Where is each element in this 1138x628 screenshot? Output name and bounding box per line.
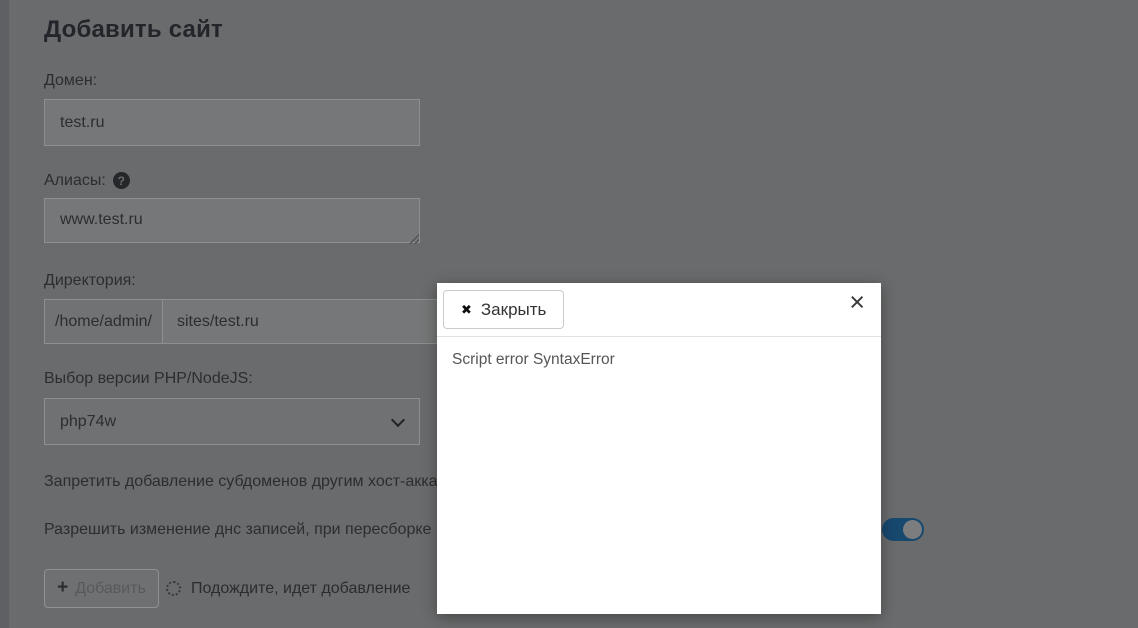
progress-text: Подождите, идет добавление (191, 580, 411, 597)
error-modal-header: ✖ Закрыть × (437, 283, 881, 337)
domain-label: Домен: (44, 71, 97, 90)
aliases-textarea[interactable]: www.test.ru (44, 198, 420, 243)
domain-label-text: Домен: (44, 72, 98, 89)
error-modal: ✖ Закрыть × Script error SyntaxError (437, 283, 881, 614)
close-x-icon: ✖ (461, 302, 472, 317)
sidebar-edge (0, 0, 9, 628)
page-title: Добавить сайт (44, 16, 224, 43)
toggle-knob (903, 520, 922, 539)
php-version-label-text: Выбор версии PHP/NodeJS: (44, 370, 253, 387)
domain-input[interactable] (44, 99, 420, 146)
add-site-button-label: Добавить (75, 579, 146, 597)
aliases-label-text: Алиасы: (44, 172, 106, 189)
php-version-label: Выбор версии PHP/NodeJS: (44, 369, 253, 388)
corner-close-icon[interactable]: × (845, 284, 869, 322)
dns-change-toggle[interactable] (882, 518, 924, 541)
question-circle-icon[interactable]: ? (112, 172, 130, 189)
error-message-text: Script error SyntaxError (452, 351, 615, 368)
php-version-select-wrap: php74w (44, 398, 420, 445)
directory-prefix-text: /home/admin/ (55, 312, 152, 330)
spinner-icon (166, 581, 181, 596)
error-modal-body: Script error SyntaxError (437, 337, 881, 383)
option-deny-subdomains-label: Запретить добавление субдоменов другим х… (44, 473, 438, 490)
plus-icon: + (57, 577, 69, 598)
directory-label: Директория: (44, 271, 136, 290)
option-allow-dns-change-label: Разрешить изменение днс записей, при пер… (44, 521, 432, 538)
php-version-select[interactable]: php74w (44, 398, 420, 445)
add-site-page: Добавить сайт Домен: Алиасы: ? www.test.… (0, 0, 1138, 628)
modal-close-button[interactable]: ✖ Закрыть (443, 290, 565, 329)
add-site-button[interactable]: + Добавить (44, 569, 159, 608)
aliases-label: Алиасы: ? (44, 171, 130, 190)
directory-label-text: Директория: (44, 272, 136, 289)
modal-close-button-label: Закрыть (480, 299, 547, 319)
directory-prefix-addon: /home/admin/ (44, 299, 163, 344)
